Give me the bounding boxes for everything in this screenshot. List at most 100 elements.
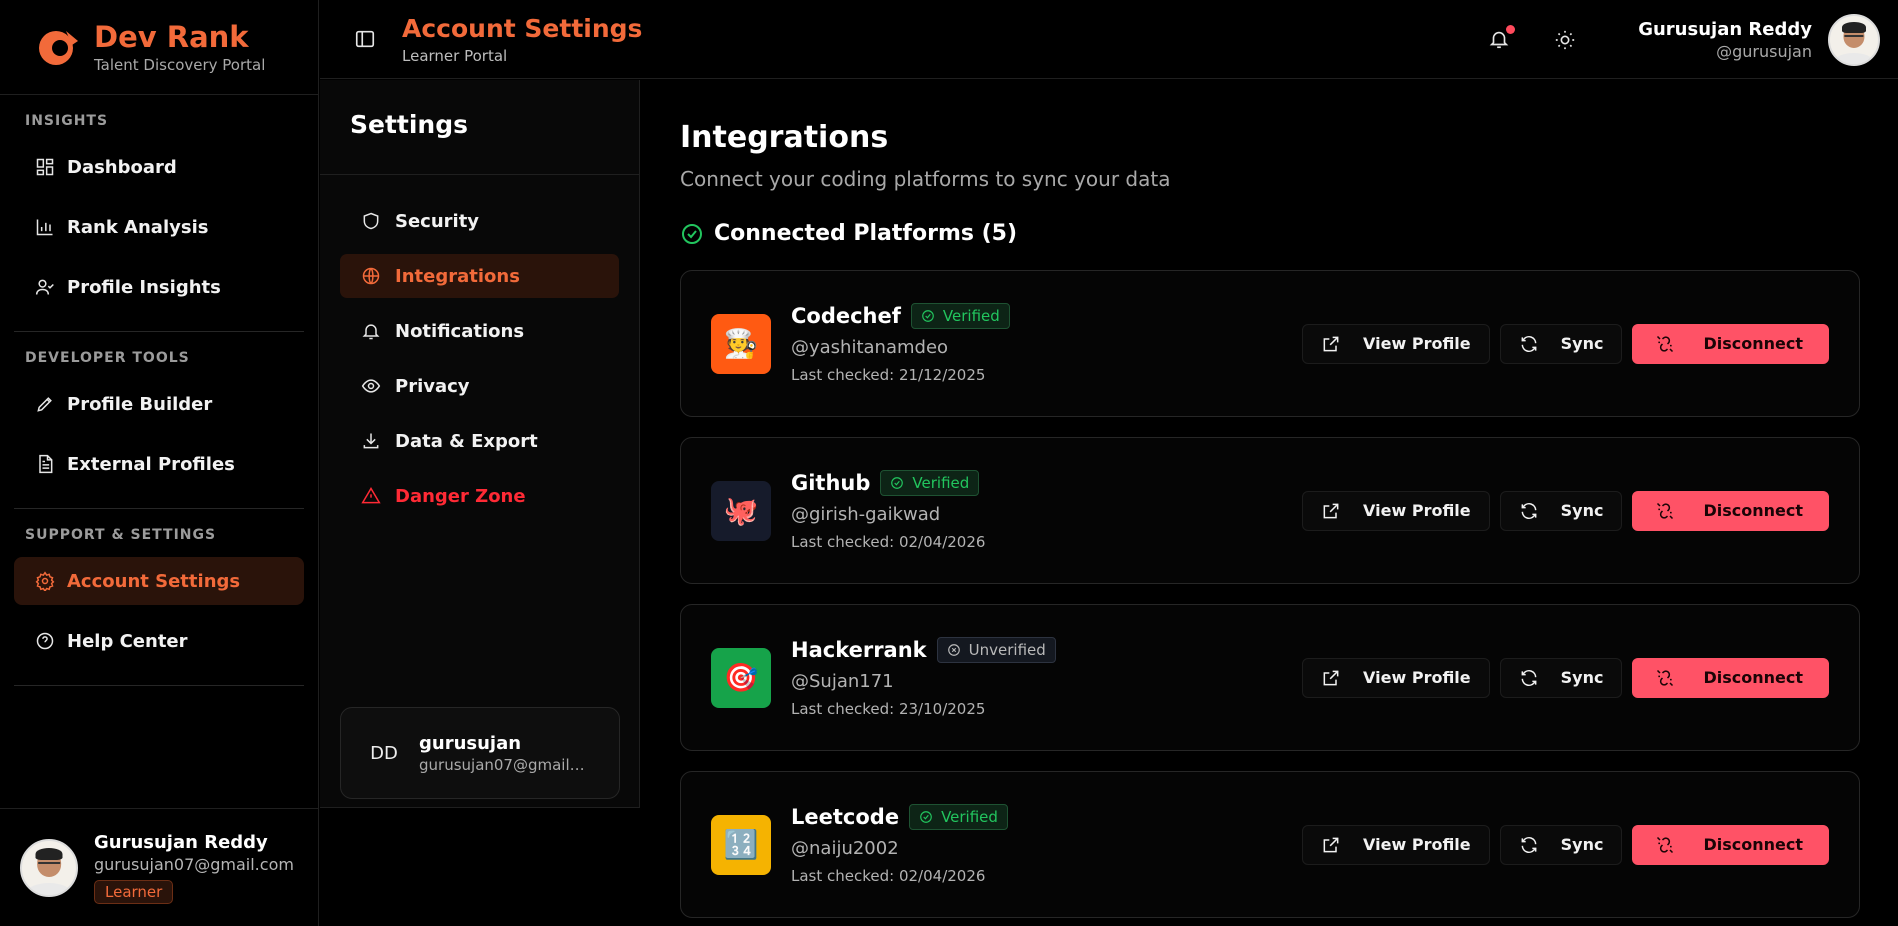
settings-item-label: Notifications bbox=[395, 320, 525, 342]
sidebar-item-label: Profile Insights bbox=[67, 276, 221, 298]
section-title: Integrations bbox=[680, 120, 889, 155]
sidebar-item-profile-builder[interactable]: Profile Builder bbox=[14, 380, 304, 428]
status-badge: Verified bbox=[909, 804, 1008, 830]
platform-logo-icon: 🐙 bbox=[711, 480, 771, 541]
button-label: Disconnect bbox=[1703, 501, 1803, 520]
platform-name: Leetcode bbox=[791, 805, 900, 829]
settings-user-card[interactable]: DD gurusujan gurusujan07@gmail.com bbox=[340, 707, 620, 799]
x-circle-icon bbox=[947, 644, 960, 656]
settings-item-label: Data & Export bbox=[395, 430, 538, 452]
dashboard-icon bbox=[36, 158, 54, 176]
external-link-icon bbox=[1323, 503, 1339, 518]
sidebar-item-profile-insights[interactable]: Profile Insights bbox=[14, 263, 304, 311]
brand[interactable]: Dev Rank Talent Discovery Portal bbox=[0, 0, 318, 95]
section-subtitle: Connect your coding platforms to sync yo… bbox=[680, 167, 1171, 191]
button-label: Disconnect bbox=[1703, 668, 1803, 687]
sidebar-item-help-center[interactable]: Help Center bbox=[14, 617, 304, 665]
topbar-user[interactable]: Gurusujan Reddy @gurusujan bbox=[1638, 19, 1812, 61]
disconnect-button[interactable]: Disconnect bbox=[1632, 490, 1829, 531]
sidebar-item-label: Account Settings bbox=[67, 570, 241, 592]
connected-platforms-heading: Connected Platforms (5) bbox=[680, 221, 1860, 246]
button-label: View Profile bbox=[1363, 501, 1471, 520]
platform-handle: @naiju2002 bbox=[791, 838, 899, 859]
refresh-icon bbox=[1521, 502, 1537, 519]
main-content: Integrations Connect your coding platfor… bbox=[680, 80, 1860, 926]
button-label: View Profile bbox=[1363, 334, 1471, 353]
status-badge: Verified bbox=[880, 470, 980, 496]
bell-icon bbox=[362, 324, 380, 340]
sidebar-item-dashboard[interactable]: Dashboard bbox=[14, 143, 304, 191]
platform-handle: @yashitanamdeo bbox=[791, 337, 949, 358]
download-icon bbox=[363, 433, 379, 449]
notifications-button[interactable] bbox=[1488, 24, 1516, 52]
settings-item-danger-zone[interactable]: Danger Zone bbox=[340, 474, 619, 518]
sidebar-item-label: Dashboard bbox=[67, 156, 177, 178]
settings-item-privacy[interactable]: Privacy bbox=[340, 364, 619, 408]
sidebar-item-label: Help Center bbox=[67, 630, 188, 652]
external-link-icon bbox=[1323, 336, 1339, 351]
unlink-icon bbox=[1657, 836, 1674, 853]
user-handle: @gurusujan bbox=[1716, 41, 1812, 61]
view-profile-button[interactable]: View Profile bbox=[1302, 323, 1490, 364]
button-label: View Profile bbox=[1363, 668, 1471, 687]
sidebar-item-external-profiles[interactable]: External Profiles bbox=[14, 440, 304, 488]
view-profile-button[interactable]: View Profile bbox=[1302, 824, 1490, 865]
help-circle-icon bbox=[36, 632, 54, 650]
user-name: Gurusujan Reddy bbox=[1638, 18, 1812, 40]
view-profile-button[interactable]: View Profile bbox=[1302, 657, 1490, 698]
button-label: Sync bbox=[1560, 501, 1604, 520]
nav-section-insights: INSIGHTS Dashboard Rank Analysis Profile… bbox=[14, 95, 304, 332]
settings-item-notifications[interactable]: Notifications bbox=[340, 309, 619, 353]
disconnect-button[interactable]: Disconnect bbox=[1632, 323, 1829, 364]
sidebar-item-label: External Profiles bbox=[67, 453, 235, 475]
nav-section-title: DEVELOPER TOOLS bbox=[25, 350, 190, 366]
sidebar-item-label: Rank Analysis bbox=[67, 216, 209, 238]
button-label: Sync bbox=[1560, 835, 1604, 854]
view-profile-button[interactable]: View Profile bbox=[1302, 490, 1490, 531]
platform-logo-icon: 🧑‍🍳 bbox=[711, 313, 771, 374]
sidebar-user-card[interactable]: Gurusujan Reddy gurusujan07@gmail.com Le… bbox=[0, 808, 319, 926]
role-badge: Learner bbox=[94, 879, 174, 904]
settings-item-label: Danger Zone bbox=[395, 485, 526, 507]
platform-actions: View Profile Sync Disconnect bbox=[1292, 657, 1829, 698]
warning-icon bbox=[361, 487, 381, 504]
check-circle-icon bbox=[922, 310, 934, 322]
globe-icon bbox=[362, 267, 380, 285]
check-circle-icon bbox=[891, 477, 904, 489]
platform-handle: @Sujan171 bbox=[791, 671, 894, 692]
last-checked: Last checked: 21/12/2025 bbox=[791, 366, 986, 384]
platform-logo-icon: 🎯 bbox=[711, 647, 771, 708]
status-label: Unverified bbox=[968, 641, 1046, 659]
settings-item-security[interactable]: Security bbox=[340, 199, 619, 243]
button-label: Disconnect bbox=[1703, 334, 1803, 353]
shield-icon bbox=[363, 212, 379, 230]
external-link-icon bbox=[1323, 837, 1339, 852]
disconnect-button[interactable]: Disconnect bbox=[1632, 657, 1829, 698]
sync-button[interactable]: Sync bbox=[1499, 657, 1623, 698]
refresh-icon bbox=[1521, 836, 1537, 853]
settings-item-data-export[interactable]: Data & Export bbox=[340, 419, 619, 463]
page-title: Account Settings bbox=[402, 13, 643, 43]
nav-section-title: INSIGHTS bbox=[25, 113, 109, 129]
sync-button[interactable]: Sync bbox=[1499, 490, 1623, 531]
brand-subtitle: Talent Discovery Portal bbox=[94, 56, 266, 74]
avatar[interactable] bbox=[1828, 13, 1880, 66]
platform-name: Hackerrank bbox=[791, 638, 927, 662]
refresh-icon bbox=[1521, 335, 1537, 352]
gear-icon bbox=[35, 571, 55, 591]
sidebar-item-account-settings[interactable]: Account Settings bbox=[14, 557, 304, 605]
settings-item-integrations[interactable]: Integrations bbox=[340, 254, 619, 298]
status-badge: Verified bbox=[910, 303, 1010, 329]
sync-button[interactable]: Sync bbox=[1499, 824, 1623, 865]
disconnect-button[interactable]: Disconnect bbox=[1632, 824, 1829, 865]
sidebar-toggle-icon[interactable] bbox=[354, 28, 376, 50]
eye-icon bbox=[361, 379, 381, 393]
status-label: Verified bbox=[941, 808, 998, 826]
sun-icon[interactable] bbox=[1554, 29, 1576, 51]
brand-logo-icon bbox=[39, 31, 78, 65]
button-label: Sync bbox=[1560, 668, 1604, 687]
sidebar-item-rank-analysis[interactable]: Rank Analysis bbox=[14, 203, 304, 251]
brand-name: Dev Rank bbox=[94, 20, 249, 54]
user-email: gurusujan07@gmail.com bbox=[94, 854, 294, 874]
sync-button[interactable]: Sync bbox=[1499, 323, 1623, 364]
